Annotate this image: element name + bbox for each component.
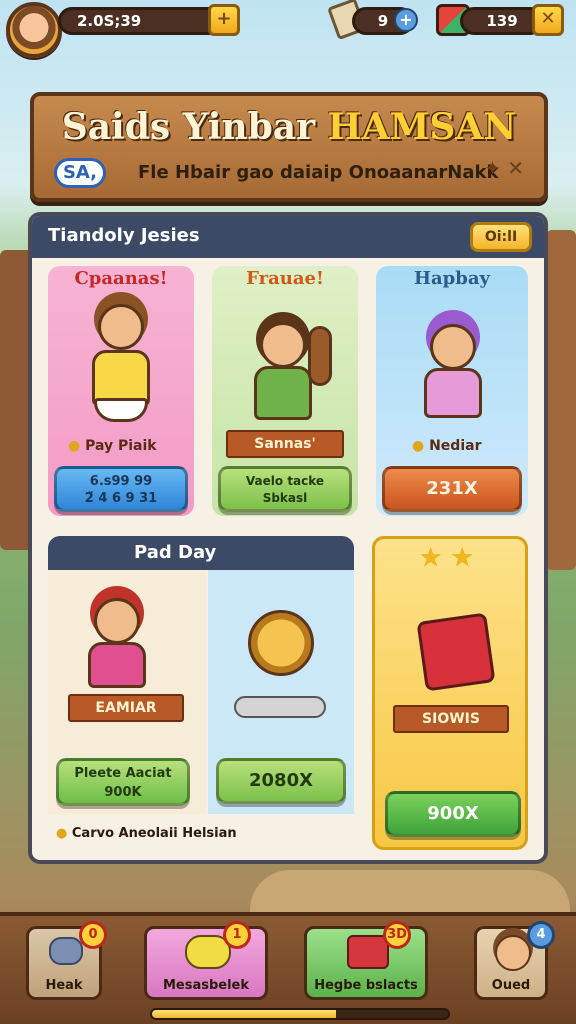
boy-character-head (260, 322, 306, 368)
gift-box-icon (416, 612, 496, 692)
offer-card-2[interactable]: Frauae! Sannas' Vaelo tacke Sbkasl (212, 266, 358, 516)
nav-messages-badge: 1 (223, 921, 251, 949)
plus-icon: + (216, 8, 232, 29)
chest-icon (347, 935, 389, 969)
nav-heak[interactable]: 0 Heak (26, 921, 107, 1000)
coin-icon: ● (56, 826, 68, 841)
top-hud: 2.0S;39 + 9 + 139 ✕ (0, 0, 576, 58)
card-3-buy-button[interactable]: 231X (382, 466, 522, 512)
nav-heak-label: Heak (45, 978, 83, 993)
golden-key-icon (248, 610, 314, 676)
offer-card-3[interactable]: Hapbay ● Nediar 231X (376, 266, 528, 516)
banner-title: Saids Yinbar HAMSAN (34, 106, 544, 148)
nav-messages-label: Mesasbelek (162, 978, 250, 993)
card-1-buy-button[interactable]: 6.s99 99 2̈ 4 6 9 31 (54, 466, 188, 512)
nav-profile[interactable]: 4 Oued (474, 921, 555, 1000)
coins-counter: 2.0S;39 (58, 7, 228, 35)
boy-character-body (254, 366, 312, 420)
gold-card-ribbon: SIOWIS (393, 705, 509, 733)
energy-value: 139 (486, 12, 518, 30)
close-icon: ✕ (540, 8, 556, 29)
nav-heak-badge: 0 (79, 921, 107, 949)
gem-slots (234, 696, 326, 718)
card-1-price: 6.s99 99 (89, 474, 153, 489)
banner-subtitle: Fle Hbair gao daiaip OnoaanarNakk (138, 162, 499, 183)
pad-day-title: Pad Day (134, 542, 217, 563)
player-avatar[interactable] (6, 2, 62, 58)
pad-day-second-button[interactable]: 2080X (216, 758, 346, 804)
coin-icon: ● (68, 438, 81, 454)
bottom-nav: 0 Heak 1 Mesasbelek 3D Hegbe bslacts 4 O… (0, 912, 576, 1024)
add-gems-button[interactable]: + (394, 8, 418, 32)
pad-day-footer-note: ● Carvo Aneolaii Helsian (56, 826, 237, 841)
banner-badge: SA, (54, 158, 106, 188)
background-house-right (546, 230, 576, 570)
gold-card-buy-button[interactable]: 900X (385, 791, 521, 837)
pad-day-button-price: 900K (104, 785, 142, 800)
nav-messages[interactable]: 1 Mesasbelek (144, 921, 268, 1000)
offer-card-1[interactable]: Cpaanas! ● Pay Piaik 6.s99 99 2̈ 4 6 9 3… (48, 266, 194, 516)
loading-progress-bar (150, 1008, 450, 1020)
pad-day-ribbon: EAMIAR (68, 694, 184, 722)
panel-title: Tiandoly Jesies (48, 225, 200, 246)
card-2-ribbon: Sannas' (226, 430, 344, 458)
girl-character-skirt (94, 398, 148, 422)
guitar-icon (308, 326, 332, 386)
close-button[interactable]: ✕ (532, 4, 564, 36)
nav-profile-badge: 4 (527, 921, 555, 949)
gems-value: 9 (377, 12, 389, 30)
explorer-character-body (424, 368, 482, 418)
nav-objects[interactable]: 3D Hegbe bslacts (304, 921, 428, 1000)
card-1-title: Cpaanas! (74, 268, 168, 289)
panel-header: Tiandoly Jesies Oi:lI (32, 216, 544, 258)
nav-objects-label: Hegbe bslacts (314, 978, 418, 993)
card-1-tag: ● Pay Piaik (68, 438, 157, 454)
panel-timer-button[interactable]: Oi:lI (470, 222, 532, 252)
star-decoration-icon: ✦ ✕ (484, 156, 524, 180)
gold-bundle-card[interactable]: ★ ★ SIOWIS 900X (372, 536, 528, 850)
profile-avatar-icon (495, 935, 531, 971)
card-1-price-sub: 2̈ 4 6 9 31 (84, 491, 158, 506)
card-2-title: Frauae! (246, 268, 324, 289)
banner-title-main: Saids Yinbar (61, 106, 316, 148)
offers-panel: Tiandoly Jesies Oi:lI Cpaanas! ● Pay Pia… (28, 212, 548, 864)
nav-profile-label: Oued (491, 978, 531, 993)
hippo-icon (49, 937, 83, 965)
girl-character-head (98, 304, 144, 350)
card-2-label: Vaelo tacke (245, 474, 325, 488)
card-3-title: Hapbay (414, 268, 490, 289)
card-2-label-sub: Sbkasl (262, 491, 308, 505)
pad-day-buy-button[interactable]: Pleete Aaciat 900K (56, 758, 190, 806)
coin-icon: ● (412, 438, 425, 454)
explorer-character-head (430, 324, 476, 370)
star-icon: ★ ★ (419, 543, 474, 573)
card-3-tag: ● Nediar (412, 438, 482, 454)
kid-character-head (94, 598, 140, 644)
nav-objects-badge: 3D (383, 921, 411, 949)
loading-progress-fill (152, 1010, 336, 1018)
card-2-buy-button[interactable]: Vaelo tacke Sbkasl (218, 466, 352, 512)
coins-value: 2.0S;39 (77, 12, 142, 30)
banner-title-accent: HAMSAN (327, 106, 517, 148)
add-coins-button[interactable]: + (208, 4, 240, 36)
pad-day-button-label: Pleete Aaciat (74, 766, 172, 781)
event-banner: Saids Yinbar HAMSAN SA, Fle Hbair gao da… (30, 92, 548, 202)
kid-character-body (88, 642, 146, 688)
background-path (250, 870, 570, 914)
pad-day-section: Pad Day EAMIAR Pleete Aaciat 900K 2080X … (48, 536, 354, 850)
